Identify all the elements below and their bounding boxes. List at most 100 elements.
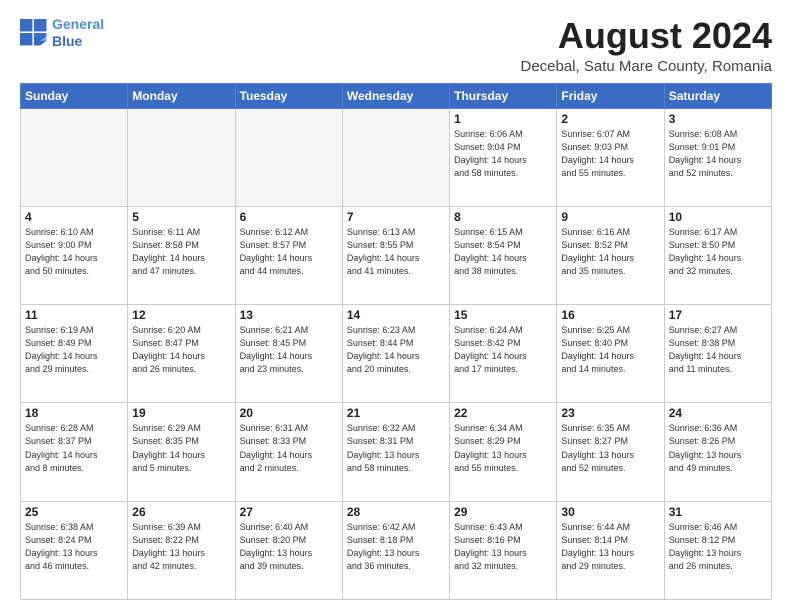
day-number: 20 bbox=[240, 406, 338, 420]
calendar-cell: 6 Sunrise: 6:12 AM Sunset: 8:57 PM Daylig… bbox=[235, 206, 342, 304]
day-info: Sunrise: 6:23 AM Sunset: 8:44 PM Dayligh… bbox=[347, 324, 445, 376]
logo-icon bbox=[20, 19, 48, 47]
calendar-cell bbox=[21, 108, 128, 206]
day-info: Sunrise: 6:27 AM Sunset: 8:38 PM Dayligh… bbox=[669, 324, 767, 376]
calendar-cell: 22Sunrise: 6:34 AM Sunset: 8:29 PM Dayli… bbox=[450, 403, 557, 501]
day-number: 4 bbox=[25, 210, 123, 224]
calendar-header-row: Sunday Monday Tuesday Wednesday Thursday… bbox=[21, 83, 772, 108]
calendar-cell: 4 Sunrise: 6:10 AM Sunset: 9:00 PM Daylig… bbox=[21, 206, 128, 304]
day-info: Sunrise: 6:40 AM Sunset: 8:20 PM Dayligh… bbox=[240, 521, 338, 573]
logo-text: General Blue bbox=[52, 16, 104, 50]
day-number: 17 bbox=[669, 308, 767, 322]
day-info: Sunrise: 6:15 AM Sunset: 8:54 PM Dayligh… bbox=[454, 226, 552, 278]
day-info: Sunrise: 6:42 AM Sunset: 8:18 PM Dayligh… bbox=[347, 521, 445, 573]
day-number: 16 bbox=[561, 308, 659, 322]
calendar-cell: 20 Sunrise: 6:31 AM Sunset: 8:33 PM Dayli… bbox=[235, 403, 342, 501]
day-info: Sunrise: 6:36 AM Sunset: 8:26 PM Dayligh… bbox=[669, 422, 767, 474]
day-info: Sunrise: 6:38 AM Sunset: 8:24 PM Dayligh… bbox=[25, 521, 123, 573]
logo-line1: General bbox=[52, 16, 104, 32]
day-number: 24 bbox=[669, 406, 767, 420]
logo-line2: Blue bbox=[52, 33, 82, 49]
day-number: 30 bbox=[561, 505, 659, 519]
day-info: Sunrise: 6:43 AM Sunset: 8:16 PM Dayligh… bbox=[454, 521, 552, 573]
calendar-cell: 9 Sunrise: 6:16 AM Sunset: 8:52 PM Daylig… bbox=[557, 206, 664, 304]
calendar-cell: 15Sunrise: 6:24 AM Sunset: 8:42 PM Dayli… bbox=[450, 305, 557, 403]
day-info: Sunrise: 6:16 AM Sunset: 8:52 PM Dayligh… bbox=[561, 226, 659, 278]
day-info: Sunrise: 6:12 AM Sunset: 8:57 PM Dayligh… bbox=[240, 226, 338, 278]
day-info: Sunrise: 6:17 AM Sunset: 8:50 PM Dayligh… bbox=[669, 226, 767, 278]
calendar-cell: 3Sunrise: 6:08 AM Sunset: 9:01 PM Daylig… bbox=[664, 108, 771, 206]
day-info: Sunrise: 6:28 AM Sunset: 8:37 PM Dayligh… bbox=[25, 422, 123, 474]
day-info: Sunrise: 6:10 AM Sunset: 9:00 PM Dayligh… bbox=[25, 226, 123, 278]
calendar-cell: 23 Sunrise: 6:35 AM Sunset: 8:27 PM Dayli… bbox=[557, 403, 664, 501]
day-number: 23 bbox=[561, 406, 659, 420]
calendar-cell: 2 Sunrise: 6:07 AM Sunset: 9:03 PM Daylig… bbox=[557, 108, 664, 206]
calendar-cell: 10 Sunrise: 6:17 AM Sunset: 8:50 PM Dayli… bbox=[664, 206, 771, 304]
calendar-cell: 5 Sunrise: 6:11 AM Sunset: 8:58 PM Daylig… bbox=[128, 206, 235, 304]
calendar-cell: 8 Sunrise: 6:15 AM Sunset: 8:54 PM Daylig… bbox=[450, 206, 557, 304]
calendar-week-1: 4 Sunrise: 6:10 AM Sunset: 9:00 PM Daylig… bbox=[21, 206, 772, 304]
calendar-cell: 18 Sunrise: 6:28 AM Sunset: 8:37 PM Dayli… bbox=[21, 403, 128, 501]
calendar-cell: 7Sunrise: 6:13 AM Sunset: 8:55 PM Daylig… bbox=[342, 206, 449, 304]
calendar-cell: 19Sunrise: 6:29 AM Sunset: 8:35 PM Dayli… bbox=[128, 403, 235, 501]
day-info: Sunrise: 6:08 AM Sunset: 9:01 PM Dayligh… bbox=[669, 128, 767, 180]
col-tuesday: Tuesday bbox=[235, 83, 342, 108]
col-saturday: Saturday bbox=[664, 83, 771, 108]
calendar-cell: 26 Sunrise: 6:39 AM Sunset: 8:22 PM Dayli… bbox=[128, 501, 235, 599]
day-number: 29 bbox=[454, 505, 552, 519]
day-number: 1 bbox=[454, 112, 552, 126]
day-number: 2 bbox=[561, 112, 659, 126]
calendar-cell: 24 Sunrise: 6:36 AM Sunset: 8:26 PM Dayli… bbox=[664, 403, 771, 501]
day-number: 28 bbox=[347, 505, 445, 519]
calendar-cell: 13Sunrise: 6:21 AM Sunset: 8:45 PM Dayli… bbox=[235, 305, 342, 403]
calendar-cell: 11 Sunrise: 6:19 AM Sunset: 8:49 PM Dayli… bbox=[21, 305, 128, 403]
col-sunday: Sunday bbox=[21, 83, 128, 108]
day-number: 10 bbox=[669, 210, 767, 224]
day-number: 18 bbox=[25, 406, 123, 420]
day-info: Sunrise: 6:44 AM Sunset: 8:14 PM Dayligh… bbox=[561, 521, 659, 573]
day-number: 19 bbox=[132, 406, 230, 420]
day-info: Sunrise: 6:46 AM Sunset: 8:12 PM Dayligh… bbox=[669, 521, 767, 573]
calendar-week-2: 11 Sunrise: 6:19 AM Sunset: 8:49 PM Dayli… bbox=[21, 305, 772, 403]
calendar-cell: 1Sunrise: 6:06 AM Sunset: 9:04 PM Daylig… bbox=[450, 108, 557, 206]
col-thursday: Thursday bbox=[450, 83, 557, 108]
day-number: 14 bbox=[347, 308, 445, 322]
title-area: August 2024 Decebal, Satu Mare County, R… bbox=[520, 16, 772, 75]
calendar-cell: 16 Sunrise: 6:25 AM Sunset: 8:40 PM Dayli… bbox=[557, 305, 664, 403]
calendar-cell: 17 Sunrise: 6:27 AM Sunset: 8:38 PM Dayli… bbox=[664, 305, 771, 403]
day-info: Sunrise: 6:21 AM Sunset: 8:45 PM Dayligh… bbox=[240, 324, 338, 376]
subtitle: Decebal, Satu Mare County, Romania bbox=[520, 58, 772, 75]
day-number: 12 bbox=[132, 308, 230, 322]
day-number: 5 bbox=[132, 210, 230, 224]
day-number: 6 bbox=[240, 210, 338, 224]
calendar-cell bbox=[342, 108, 449, 206]
calendar-cell: 21Sunrise: 6:32 AM Sunset: 8:31 PM Dayli… bbox=[342, 403, 449, 501]
calendar: Sunday Monday Tuesday Wednesday Thursday… bbox=[20, 83, 772, 600]
day-info: Sunrise: 6:34 AM Sunset: 8:29 PM Dayligh… bbox=[454, 422, 552, 474]
day-number: 9 bbox=[561, 210, 659, 224]
day-number: 7 bbox=[347, 210, 445, 224]
day-number: 11 bbox=[25, 308, 123, 322]
calendar-week-0: 1Sunrise: 6:06 AM Sunset: 9:04 PM Daylig… bbox=[21, 108, 772, 206]
day-number: 8 bbox=[454, 210, 552, 224]
calendar-week-3: 18 Sunrise: 6:28 AM Sunset: 8:37 PM Dayli… bbox=[21, 403, 772, 501]
col-wednesday: Wednesday bbox=[342, 83, 449, 108]
calendar-cell: 28 Sunrise: 6:42 AM Sunset: 8:18 PM Dayli… bbox=[342, 501, 449, 599]
day-info: Sunrise: 6:24 AM Sunset: 8:42 PM Dayligh… bbox=[454, 324, 552, 376]
day-info: Sunrise: 6:39 AM Sunset: 8:22 PM Dayligh… bbox=[132, 521, 230, 573]
calendar-cell: 12Sunrise: 6:20 AM Sunset: 8:47 PM Dayli… bbox=[128, 305, 235, 403]
day-info: Sunrise: 6:25 AM Sunset: 8:40 PM Dayligh… bbox=[561, 324, 659, 376]
day-number: 26 bbox=[132, 505, 230, 519]
day-info: Sunrise: 6:19 AM Sunset: 8:49 PM Dayligh… bbox=[25, 324, 123, 376]
calendar-cell: 30 Sunrise: 6:44 AM Sunset: 8:14 PM Dayli… bbox=[557, 501, 664, 599]
day-info: Sunrise: 6:35 AM Sunset: 8:27 PM Dayligh… bbox=[561, 422, 659, 474]
day-number: 27 bbox=[240, 505, 338, 519]
calendar-week-4: 25Sunrise: 6:38 AM Sunset: 8:24 PM Dayli… bbox=[21, 501, 772, 599]
day-info: Sunrise: 6:11 AM Sunset: 8:58 PM Dayligh… bbox=[132, 226, 230, 278]
day-info: Sunrise: 6:07 AM Sunset: 9:03 PM Dayligh… bbox=[561, 128, 659, 180]
calendar-cell: 14 Sunrise: 6:23 AM Sunset: 8:44 PM Dayli… bbox=[342, 305, 449, 403]
month-title: August 2024 bbox=[520, 16, 772, 56]
calendar-cell: 25Sunrise: 6:38 AM Sunset: 8:24 PM Dayli… bbox=[21, 501, 128, 599]
day-info: Sunrise: 6:31 AM Sunset: 8:33 PM Dayligh… bbox=[240, 422, 338, 474]
logo: General Blue bbox=[20, 16, 104, 50]
